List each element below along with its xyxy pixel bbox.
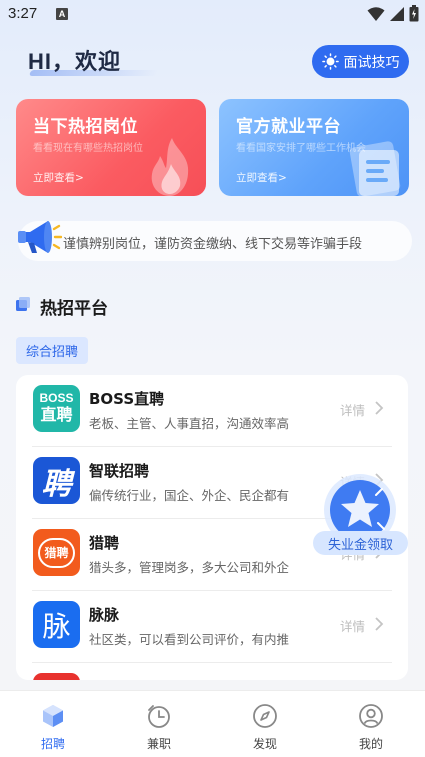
official-platform-title: 官方就业平台 (236, 117, 341, 137)
boss-logo-line1: BOSS (39, 391, 74, 405)
platform-desc: 猎头多，管理岗多，多大公司和外企 (89, 560, 290, 575)
general-recruitment-chip[interactable]: 综合招聘 (16, 337, 88, 364)
next-platform-logo (33, 673, 80, 680)
boss-logo: BOSS 直聘 (33, 385, 80, 432)
user-icon (359, 704, 383, 728)
megaphone-icon (18, 221, 62, 253)
hot-jobs-card[interactable]: 当下热招岗位 看看现在有哪些热招岗位 立即查看> (16, 99, 206, 196)
platform-name: 智联招聘 (89, 462, 150, 480)
tab-recruit-label: 招聘 (40, 737, 65, 751)
chevron-right-icon (375, 617, 384, 631)
maimai-logo-text: 脉 (42, 609, 71, 643)
chevron-right-icon (375, 401, 384, 415)
liepin-logo-text: 猎聘 (44, 546, 69, 560)
boss-logo-line2: 直聘 (40, 405, 73, 424)
platform-name: 脉脉 (89, 606, 120, 624)
unemployment-benefit-button[interactable]: 失业金领取 (313, 531, 408, 555)
liepin-logo-bubble: 猎聘 (38, 537, 75, 568)
interview-tips-button[interactable]: 面试技巧 (312, 45, 409, 78)
status-time: 3:27 (8, 5, 38, 22)
tab-parttime[interactable]: 兼职 (106, 691, 212, 757)
greeting-title: HI，欢迎 (28, 49, 122, 74)
status-icons (367, 5, 419, 22)
tab-discover[interactable]: 发现 (212, 691, 318, 757)
tab-mine-label: 我的 (358, 737, 383, 751)
document-icon (349, 141, 401, 196)
clock-icon (148, 705, 170, 728)
notice-text: 谨慎辨别岗位，谨防资金缴纳、线下交易等诈骗手段 (63, 237, 363, 252)
official-platform-link[interactable]: 立即查看> (236, 170, 287, 185)
hot-jobs-link[interactable]: 立即查看> (33, 170, 84, 185)
tab-recruit[interactable]: 招聘 (0, 691, 106, 757)
notification-icon: A (56, 8, 68, 20)
platform-desc: 老板、主管、人事直招，沟通效率高 (89, 416, 290, 431)
anti-fraud-notice: 谨慎辨别岗位，谨防资金缴纳、线下交易等诈骗手段 (18, 221, 412, 261)
list-item[interactable]: 脉 脉脉 社区类，可以看到公司评价，有内推 详情 (16, 591, 408, 663)
interview-tips-label: 面试技巧 (343, 54, 400, 71)
wifi-icon (367, 6, 385, 21)
tab-discover-label: 发现 (252, 737, 277, 751)
detail-link[interactable]: 详情 (340, 616, 365, 635)
hot-jobs-title: 当下热招岗位 (33, 117, 138, 137)
flame-icon (151, 138, 189, 196)
platform-name: BOSS直聘 (89, 390, 165, 408)
list-item[interactable]: BOSS 直聘 BOSS直聘 老板、主管、人事直招，沟通效率高 详情 (16, 375, 408, 447)
battery-icon (409, 5, 419, 22)
section-title: 热招平台 (40, 299, 108, 319)
hot-jobs-subtitle: 看看现在有哪些热招岗位 (33, 143, 143, 154)
official-platform-card[interactable]: 官方就业平台 看看国家安排了哪些工作机会 立即查看> (219, 99, 409, 196)
maimai-logo: 脉 (33, 601, 80, 648)
section-marker-icon (16, 297, 30, 311)
platform-desc: 社区类，可以看到公司评价，有内推 (89, 632, 290, 647)
platform-desc: 偏传统行业，国企、外企、民企都有 (89, 488, 290, 503)
tab-mine[interactable]: 我的 (318, 691, 424, 757)
liepin-logo: 猎聘 (33, 529, 80, 576)
compass-icon (253, 704, 277, 728)
lightbulb-icon (321, 53, 339, 70)
list-item[interactable] (16, 663, 408, 680)
status-bar: 3:27 A (0, 0, 425, 28)
bottom-nav: 招聘 兼职 发现 我的 (0, 690, 425, 757)
platform-name: 猎聘 (89, 534, 120, 552)
signal-icon (390, 6, 404, 21)
zhaopin-logo: 聘 (33, 457, 80, 504)
detail-link[interactable]: 详情 (340, 400, 365, 419)
zhaopin-logo-text: 聘 (41, 466, 72, 502)
tab-parttime-label: 兼职 (146, 737, 171, 751)
cube-icon (43, 705, 63, 727)
